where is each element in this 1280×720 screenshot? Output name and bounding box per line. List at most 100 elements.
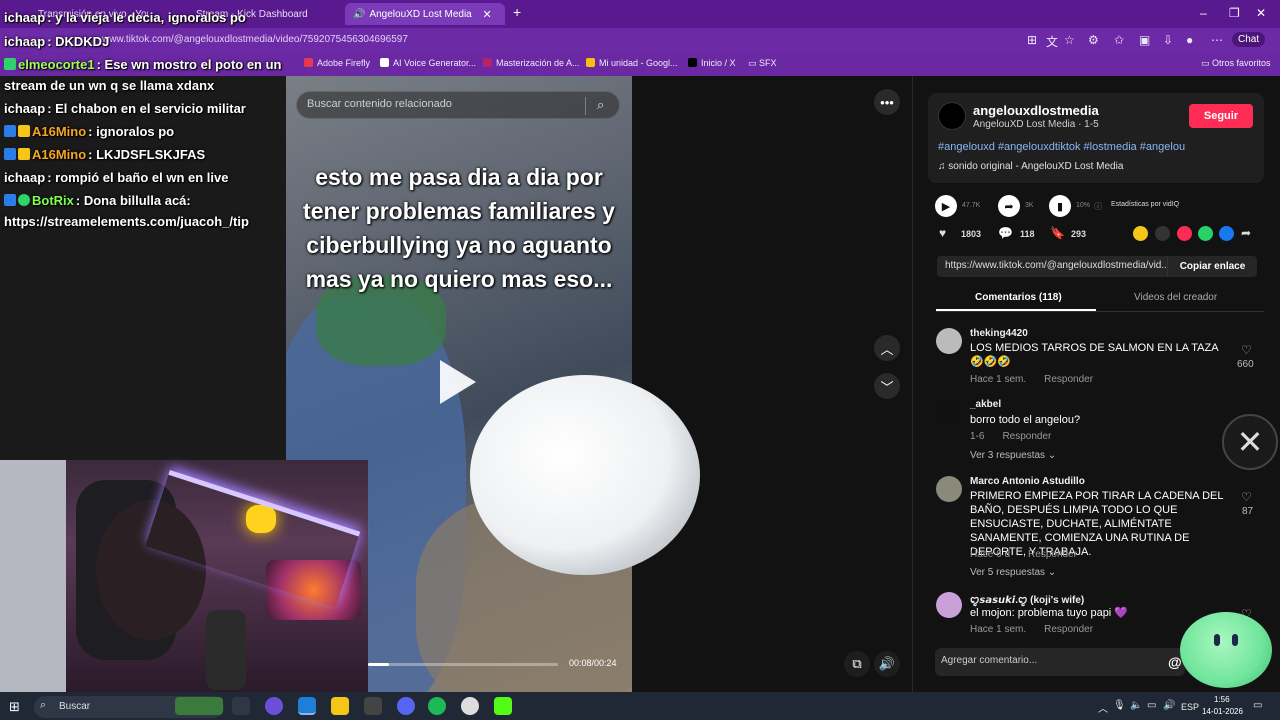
follow-button[interactable]: Seguir <box>1189 104 1253 128</box>
translate-icon[interactable]: 文 <box>1046 33 1058 50</box>
bookmark-google-drive[interactable]: Mi unidad - Googl... <box>586 58 678 68</box>
favorites-icon[interactable]: ✩ <box>1114 33 1124 47</box>
more-menu-icon[interactable]: ⋯ <box>1211 33 1223 47</box>
collections-icon[interactable]: ▣ <box>1139 33 1150 47</box>
spotify-icon[interactable] <box>428 697 446 715</box>
video-hashtags[interactable]: #angelouxd #angelouxdtiktok #lostmedia #… <box>938 141 1185 153</box>
comment-like-icon[interactable]: ♡ <box>1241 343 1252 357</box>
task-view-icon[interactable] <box>232 697 250 715</box>
windows-start-icon[interactable]: ⊞ <box>9 699 20 715</box>
tab-tiktok-active[interactable]: 🔊 AngelouXD Lost Media (@angelouxdlostme… <box>345 3 505 25</box>
heart-icon[interactable]: ♥ <box>939 226 946 240</box>
bookmark-other-favorites[interactable]: ▭ Otros favoritos <box>1201 58 1271 69</box>
language-indicator[interactable]: ESP <box>1181 702 1199 712</box>
reply-button[interactable]: Responder <box>1044 374 1093 385</box>
mini-player-icon[interactable]: ⧉ <box>844 651 870 677</box>
view-replies-button[interactable]: Ver 5 respuestas ⌄ <box>970 567 1056 578</box>
comment-avatar[interactable] <box>936 592 962 618</box>
microphone-icon[interactable]: 🎙 <box>1113 700 1126 711</box>
bookmark-icon[interactable]: 🔖 <box>1050 226 1065 240</box>
kirby-sticker <box>1180 612 1272 688</box>
comment-username[interactable]: ꨄ︎𝙨𝙖𝙨𝙪𝙠𝙞.ꨄ︎ (koji's wife) <box>970 592 1084 607</box>
search-icon[interactable]: ⌕ <box>597 97 604 113</box>
view-replies-button[interactable]: Ver 3 respuestas ⌄ <box>970 450 1056 461</box>
network-icon[interactable]: ▭ <box>1147 700 1156 711</box>
send-icon[interactable] <box>1177 226 1192 241</box>
reply-button[interactable]: Responder <box>1044 624 1093 635</box>
clock-time[interactable]: 1:56 <box>1214 695 1230 704</box>
ai-voice-icon <box>380 58 389 67</box>
prev-video-icon[interactable]: ︿ <box>874 335 900 361</box>
volume-icon[interactable]: 🔊 <box>874 651 900 677</box>
floating-x-widget[interactable]: ✕ <box>1222 414 1278 470</box>
comment-username[interactable]: theking4420 <box>970 328 1028 339</box>
obs-icon[interactable] <box>461 697 479 715</box>
whatsapp-icon[interactable] <box>1198 226 1213 241</box>
comment-meta: Hace 1 sem. Responder <box>970 624 1111 635</box>
profile-icon[interactable]: ● <box>1186 33 1193 47</box>
creator-handle[interactable]: angelouxdlostmedia <box>973 103 1099 118</box>
star-icon[interactable]: ☆ <box>1064 33 1075 47</box>
video-link-field[interactable]: https://www.tiktok.com/@angelouxdlostmed… <box>937 256 1167 277</box>
comment-like-icon[interactable]: ♡ <box>1241 490 1252 504</box>
bookmark-label: Mi unidad - Googl... <box>599 58 678 68</box>
close-window-icon[interactable]: ✕ <box>1256 6 1266 20</box>
file-explorer-icon[interactable] <box>331 697 349 715</box>
creator-avatar[interactable] <box>938 102 966 130</box>
comment-username[interactable]: Marco Antonio Astudillo <box>970 476 1085 487</box>
discord-icon[interactable] <box>397 697 415 715</box>
tab-comments[interactable]: Comentarios (118) <box>975 292 1062 303</box>
kick-icon[interactable] <box>494 697 512 715</box>
bookmark-x-home[interactable]: Inicio / X <box>688 58 736 68</box>
tray-speaker-icon[interactable]: 🔊 <box>1163 700 1175 711</box>
clock-date[interactable]: 14-01-2026 <box>1202 707 1243 716</box>
app-icon[interactable] <box>364 697 382 715</box>
volume-tray-icon[interactable]: 🔈 <box>1130 700 1142 711</box>
video-sound[interactable]: ♫ sonido original - AngelouXD Lost Media <box>938 161 1123 172</box>
bookmark-adobe-firefly[interactable]: Adobe Firefly <box>304 58 370 68</box>
new-tab-icon[interactable]: + <box>513 4 521 20</box>
comment-avatar[interactable] <box>936 476 962 502</box>
copy-link-button[interactable]: Copiar enlace <box>1167 256 1257 277</box>
close-tab-icon[interactable]: ✕ <box>482 8 491 21</box>
more-options-icon[interactable]: ••• <box>874 89 900 115</box>
comment-avatar[interactable] <box>936 328 962 354</box>
comment-username[interactable]: _akbel <box>970 399 1001 410</box>
edge-icon[interactable] <box>298 697 316 715</box>
embed-icon[interactable] <box>1155 226 1170 241</box>
chat-line: A16Mino: ignoralos po <box>4 124 174 139</box>
bar-chart-icon[interactable]: ▮ <box>1049 195 1071 217</box>
bookmark-sfx[interactable]: ▭ SFX <box>748 58 777 69</box>
comment-input[interactable] <box>941 655 1161 666</box>
minimize-icon[interactable]: – <box>1200 6 1207 20</box>
next-video-icon[interactable]: ﹀ <box>874 373 900 399</box>
tab-creator-videos[interactable]: Videos del creador <box>1134 292 1217 303</box>
notifications-icon[interactable]: ▭ <box>1253 700 1262 711</box>
bookmark-ai-voice[interactable]: AI Voice Generator... <box>380 58 476 68</box>
related-search-input[interactable] <box>307 98 577 110</box>
share-more-icon[interactable]: ➦ <box>1241 226 1251 240</box>
platform-badge-icon <box>4 148 16 160</box>
restore-icon[interactable]: ❐ <box>1229 6 1240 20</box>
chat-message: : DKDKDJ <box>47 34 110 49</box>
reply-button[interactable]: Responder <box>1028 549 1077 560</box>
facebook-icon[interactable] <box>1219 226 1234 241</box>
extension-icon[interactable]: ⚙ <box>1088 33 1099 47</box>
bookmark-masterizacion[interactable]: Masterización de A... <box>483 58 580 68</box>
speaker-icon[interactable]: 🔊 <box>353 9 365 20</box>
copilot-icon[interactable] <box>265 697 283 715</box>
mention-icon[interactable]: @ <box>1168 654 1182 670</box>
url-text[interactable]: www.tiktok.com/@angelouxdlostmedia/video… <box>102 34 408 45</box>
play-icon[interactable] <box>440 360 476 404</box>
video-progress-bar[interactable] <box>368 663 558 666</box>
tray-chevron-icon[interactable]: ︿ <box>1098 700 1108 715</box>
comment-icon[interactable]: 💬 <box>998 226 1013 240</box>
copilot-chat-button[interactable]: Chat <box>1232 32 1266 47</box>
download-icon[interactable]: ⇩ <box>1163 33 1173 47</box>
search-highlight-icon[interactable] <box>175 697 223 715</box>
info-icon[interactable]: ⓘ <box>1094 201 1102 212</box>
apps-icon[interactable]: ⊞ <box>1027 33 1037 47</box>
comment-avatar[interactable] <box>936 399 962 425</box>
repost-icon[interactable] <box>1133 226 1148 241</box>
reply-button[interactable]: Responder <box>1002 431 1051 442</box>
